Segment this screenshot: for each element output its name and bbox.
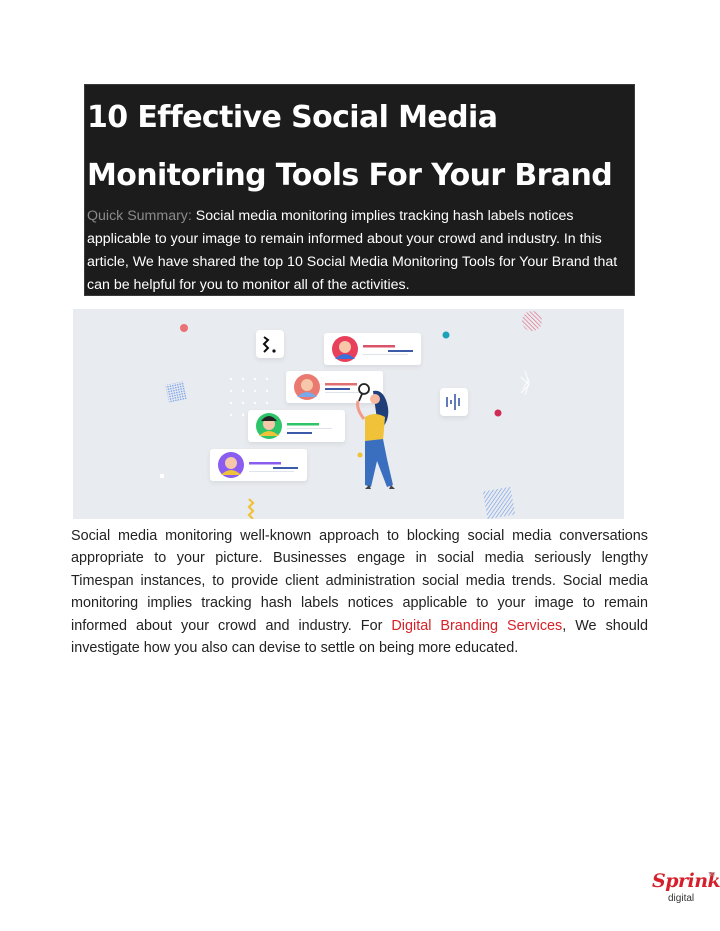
decor-square: [482, 486, 516, 519]
hero-illustration: [73, 309, 624, 519]
decor-dot: [442, 331, 450, 339]
body-paragraph: Social media monitoring well-known appro…: [71, 525, 648, 659]
decor-sparkle: [520, 370, 530, 396]
summary-box: 10 Effective Social Media Monitoring Too…: [84, 84, 635, 296]
decor-dot: [180, 324, 188, 332]
decor-dot: [522, 311, 542, 331]
logo-trademark: TM: [708, 872, 716, 878]
audio-wave-icon: [440, 388, 468, 416]
decor-squiggle: [247, 498, 255, 519]
quick-summary: Quick Summary: Social media monitoring i…: [87, 205, 632, 297]
decor-square: [165, 381, 187, 403]
decor-square: [160, 474, 164, 478]
profile-card: [248, 410, 345, 442]
code-icon: [256, 330, 284, 358]
profile-card: [210, 449, 307, 481]
decor-dot: [357, 452, 363, 458]
page-title: 10 Effective Social Media Monitoring Too…: [87, 100, 613, 193]
summary-label: Quick Summary:: [87, 208, 192, 224]
logo-subtext: digital: [668, 893, 695, 904]
profile-card: [324, 333, 421, 365]
digital-branding-services-link[interactable]: Digital Branding Services: [391, 618, 562, 634]
decor-dot: [494, 409, 502, 417]
sprink-digital-logo: Sprink digital TM: [652, 870, 720, 914]
